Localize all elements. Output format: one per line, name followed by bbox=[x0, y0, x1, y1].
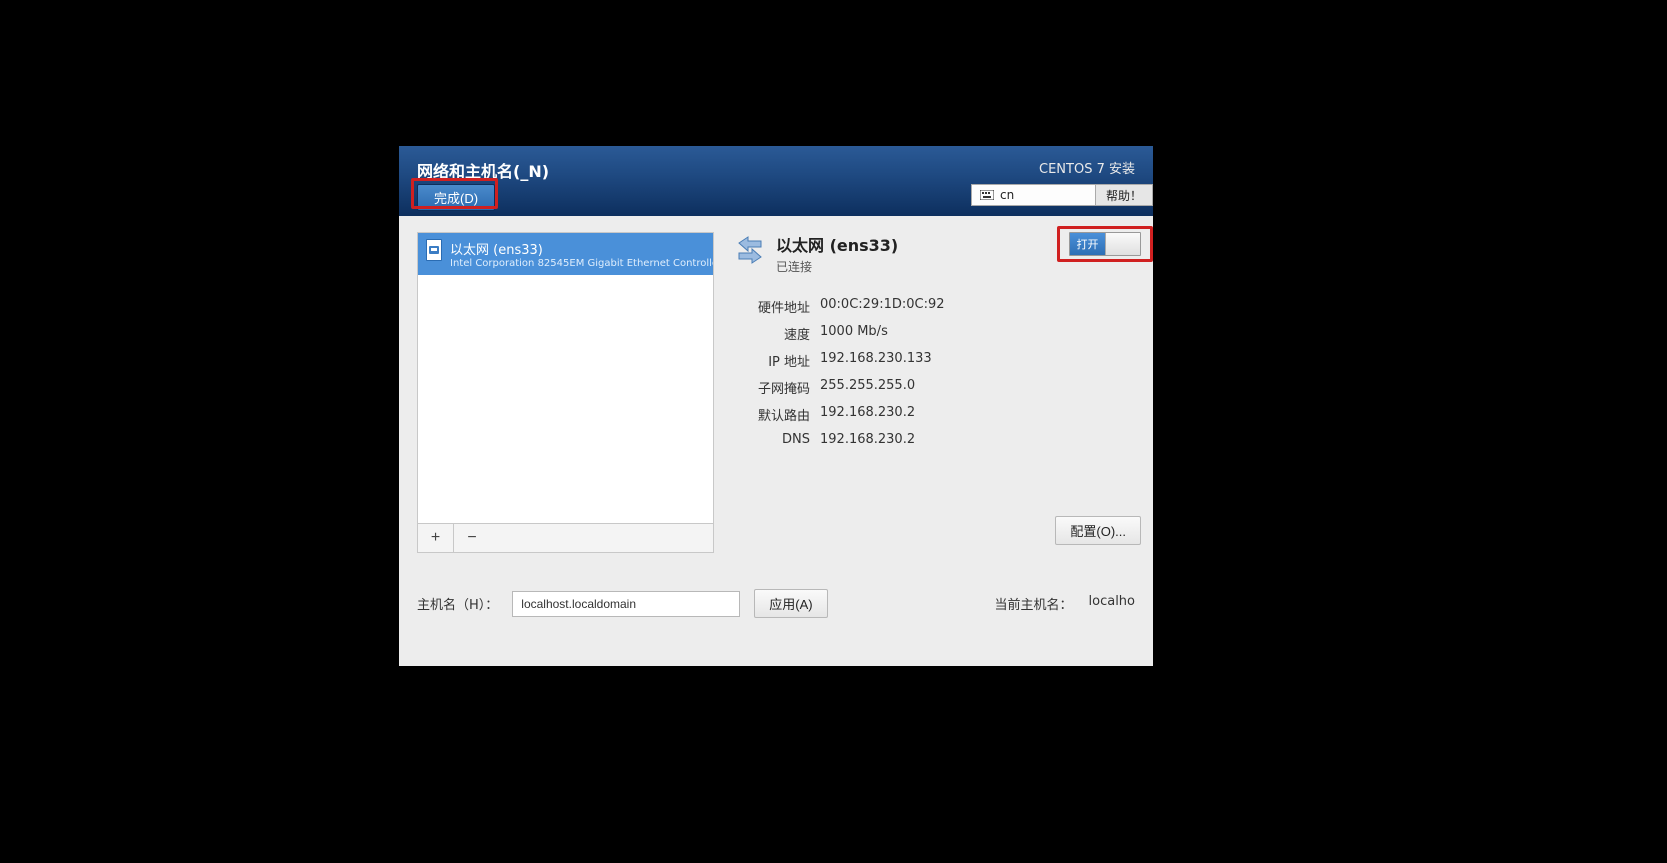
device-panel: 以太网 (ens33) Intel Corporation 82545EM Gi… bbox=[417, 232, 714, 553]
connection-toggle[interactable]: 打开 bbox=[1069, 232, 1141, 256]
row-label: 硬件地址 bbox=[734, 297, 810, 316]
remove-device-button[interactable]: − bbox=[454, 524, 490, 552]
help-button[interactable]: 帮助！ bbox=[1095, 184, 1153, 206]
topbar-right: CENTOS 7 安装 cn 帮助！ bbox=[971, 158, 1153, 206]
topbar: 网络和主机名(_N) 完成(D) CENTOS 7 安装 cn 帮助！ bbox=[399, 146, 1153, 216]
configure-button[interactable]: 配置(O)... bbox=[1055, 516, 1141, 545]
add-device-button[interactable]: + bbox=[418, 524, 454, 552]
device-subtitle: Intel Corporation 82545EM Gigabit Ethern… bbox=[450, 258, 714, 269]
current-hostname-value: localho bbox=[1089, 594, 1135, 613]
ethernet-large-icon bbox=[734, 234, 766, 266]
row-label: IP 地址 bbox=[734, 351, 810, 370]
row-value: 1000 Mb/s bbox=[820, 324, 1135, 343]
installer-heading: CENTOS 7 安装 bbox=[1039, 158, 1135, 177]
keyboard-layout-label: cn bbox=[1000, 188, 1014, 202]
content: 以太网 (ens33) Intel Corporation 82545EM Gi… bbox=[399, 216, 1153, 666]
row-value: 192.168.230.2 bbox=[820, 432, 1135, 447]
installer-window: 网络和主机名(_N) 完成(D) CENTOS 7 安装 cn 帮助！ bbox=[399, 146, 1153, 666]
ethernet-icon bbox=[426, 239, 442, 261]
row-value: 192.168.230.133 bbox=[820, 351, 1135, 370]
row-value: 255.255.255.0 bbox=[820, 378, 1135, 397]
row-label: 子网掩码 bbox=[734, 378, 810, 397]
row-value: 192.168.230.2 bbox=[820, 405, 1135, 424]
toggle-handle bbox=[1105, 233, 1140, 255]
detail-status: 已连接 bbox=[776, 258, 898, 275]
done-button[interactable]: 完成(D) bbox=[417, 184, 495, 211]
device-buttons: + − bbox=[417, 524, 714, 553]
apply-hostname-button[interactable]: 应用(A) bbox=[754, 589, 827, 618]
device-item-ens33[interactable]: 以太网 (ens33) Intel Corporation 82545EM Gi… bbox=[418, 233, 713, 275]
row-label: 速度 bbox=[734, 324, 810, 343]
device-details: 以太网 (ens33) 已连接 打开 硬件地址 00:0C:29:1D:0C:9… bbox=[714, 232, 1135, 447]
toggle-on-label: 打开 bbox=[1070, 233, 1105, 255]
device-list[interactable]: 以太网 (ens33) Intel Corporation 82545EM Gi… bbox=[417, 232, 714, 524]
keyboard-icon bbox=[980, 190, 994, 200]
detail-title: 以太网 (ens33) bbox=[776, 232, 898, 256]
current-hostname-label: 当前主机名： bbox=[995, 594, 1073, 613]
hostname-label: 主机名（H）： bbox=[417, 594, 498, 613]
info-grid: 硬件地址 00:0C:29:1D:0C:92 速度 1000 Mb/s IP 地… bbox=[734, 297, 1135, 447]
hostname-input[interactable] bbox=[512, 591, 740, 617]
row-value: 00:0C:29:1D:0C:92 bbox=[820, 297, 1135, 316]
device-name: 以太网 (ens33) bbox=[450, 239, 714, 258]
hostname-row: 主机名（H）： 应用(A) 当前主机名： localho bbox=[417, 589, 1135, 618]
row-label: 默认路由 bbox=[734, 405, 810, 424]
keyboard-indicator[interactable]: cn bbox=[971, 184, 1096, 206]
row-label: DNS bbox=[734, 432, 810, 447]
